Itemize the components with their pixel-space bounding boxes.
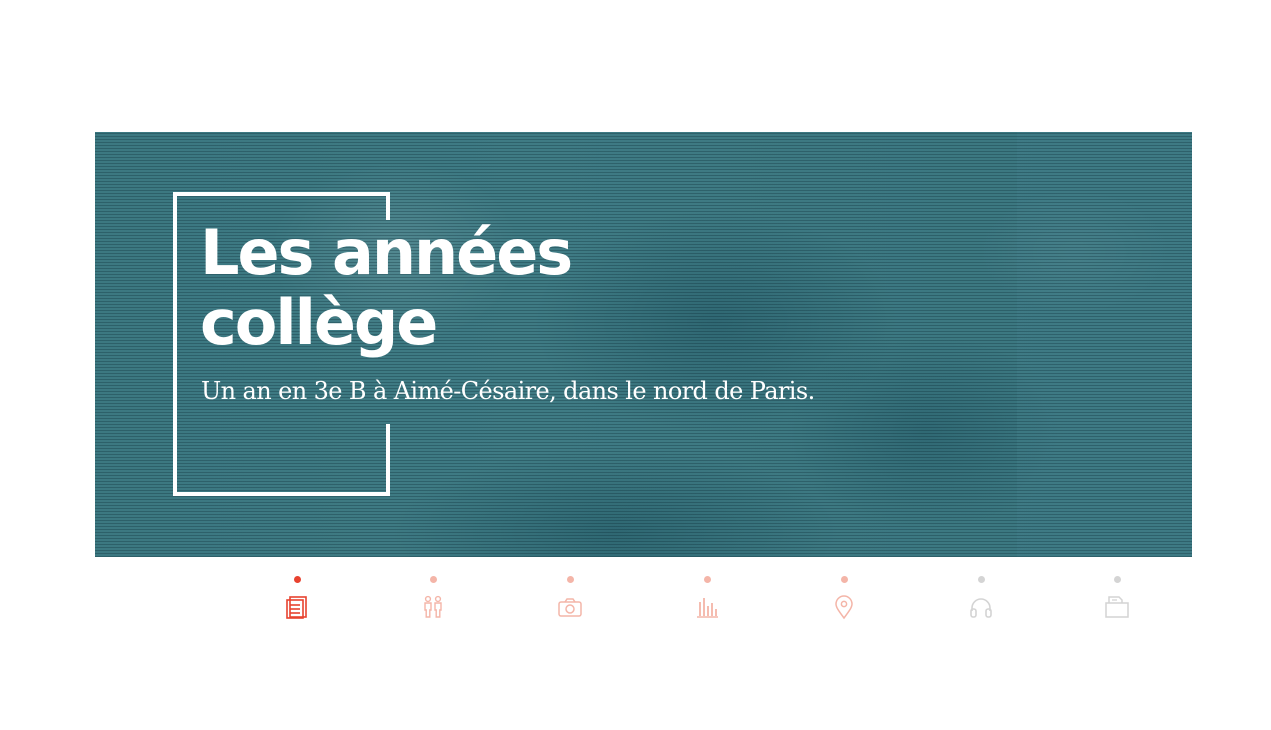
page-title-line-1: Les années	[200, 216, 573, 289]
people-icon	[424, 595, 442, 618]
nav-dot-audio	[978, 576, 985, 583]
map-pin-icon	[835, 595, 853, 620]
title-frame-edge-bottom	[386, 424, 390, 496]
page-subtitle: Un an en 3e B à Aimé-Césaire, dans le no…	[201, 377, 815, 405]
nav-dot-people	[430, 576, 437, 583]
nav-item-audio[interactable]	[961, 572, 1001, 624]
nav-item-photos[interactable]	[550, 572, 590, 624]
nav-dot-documents	[1114, 576, 1121, 583]
nav-item-map[interactable]	[824, 572, 864, 624]
nav-dot-article	[294, 576, 301, 583]
nav-dot-photos	[567, 576, 574, 583]
nav-dot-map	[841, 576, 848, 583]
nav-item-people[interactable]	[413, 572, 453, 624]
chapter-nav	[0, 572, 1271, 632]
page-title-line-2: collège	[200, 286, 438, 359]
hero-banner: Les années collège Un an en 3e B à Aimé-…	[95, 132, 1192, 557]
nav-item-article[interactable]	[277, 572, 317, 624]
camera-icon	[558, 598, 582, 617]
headphones-icon	[970, 598, 992, 618]
nav-item-charts[interactable]	[687, 572, 727, 624]
folder-icon	[1105, 596, 1129, 618]
nav-dot-charts	[704, 576, 711, 583]
article-icon	[286, 596, 307, 619]
nav-item-documents[interactable]	[1097, 572, 1137, 624]
bar-chart-icon	[697, 598, 718, 618]
page-title: Les années collège	[200, 216, 573, 359]
